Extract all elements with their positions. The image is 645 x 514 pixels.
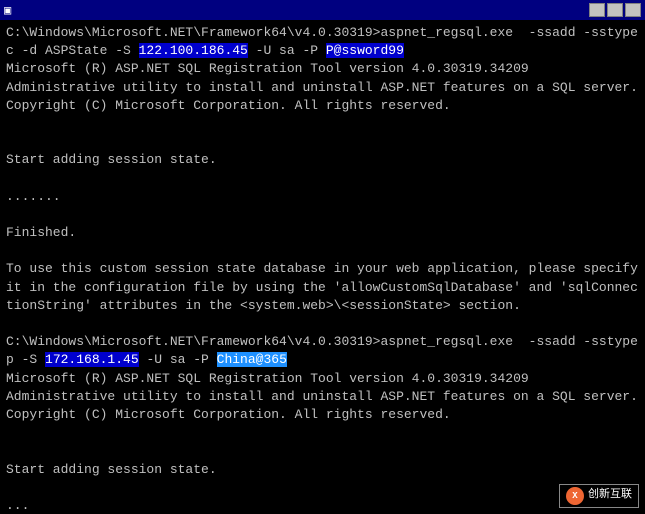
terminal-line — [6, 133, 639, 151]
terminal-line: To use this custom session state databas… — [6, 260, 639, 315]
maximize-button[interactable] — [607, 3, 623, 17]
terminal-line: Copyright (C) Microsoft Corporation. All… — [6, 97, 639, 115]
terminal-line: Copyright (C) Microsoft Corporation. All… — [6, 406, 639, 424]
close-button[interactable] — [625, 3, 641, 17]
terminal-line: Administrative utility to install and un… — [6, 79, 639, 97]
terminal-line — [6, 206, 639, 224]
title-bar-left: ▣ — [4, 3, 15, 18]
terminal-line: Administrative utility to install and un… — [6, 388, 639, 406]
terminal-line: C:\Windows\Microsoft.NET\Framework64\v4.… — [6, 333, 639, 369]
watermark-text: 创新互联 — [588, 488, 632, 503]
terminal-line: ... — [6, 497, 639, 514]
title-bar: ▣ — [0, 0, 645, 20]
terminal-line — [6, 424, 639, 442]
terminal: C:\Windows\Microsoft.NET\Framework64\v4.… — [0, 20, 645, 514]
terminal-line: Start adding session state. — [6, 151, 639, 169]
terminal-line — [6, 442, 639, 460]
terminal-line: ....... — [6, 188, 639, 206]
watermark-logo: X — [566, 487, 584, 505]
minimize-button[interactable] — [589, 3, 605, 17]
terminal-line: Finished. — [6, 224, 639, 242]
terminal-line: Microsoft (R) ASP.NET SQL Registration T… — [6, 370, 639, 388]
terminal-line — [6, 170, 639, 188]
cmd-icon: ▣ — [4, 3, 11, 18]
watermark: X 创新互联 — [559, 484, 639, 508]
terminal-line: Microsoft (R) ASP.NET SQL Registration T… — [6, 60, 639, 78]
terminal-line — [6, 115, 639, 133]
terminal-line — [6, 242, 639, 260]
title-bar-buttons — [589, 3, 641, 17]
terminal-line — [6, 479, 639, 497]
terminal-line — [6, 315, 639, 333]
terminal-line: C:\Windows\Microsoft.NET\Framework64\v4.… — [6, 24, 639, 60]
terminal-line: Start adding session state. — [6, 461, 639, 479]
